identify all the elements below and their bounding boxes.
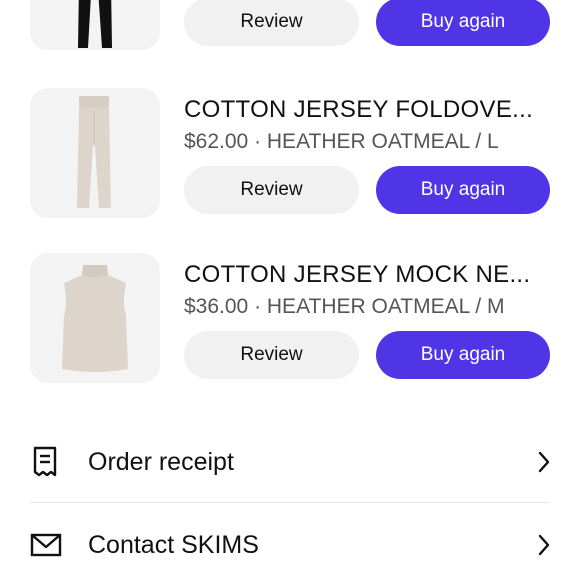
receipt-icon [30,444,66,480]
order-item: COTTON JERSEY MOCK NE... $36.00 · HEATHE… [30,253,550,383]
review-button[interactable]: Review [184,331,359,379]
product-price-variant: $36.00 · HEATHER OATMEAL / M [184,295,505,318]
chevron-right-icon [530,531,550,559]
oatmeal-tank-image [62,265,128,372]
mail-icon [30,527,66,563]
black-pants-image [78,0,112,48]
order-receipt-link[interactable]: Order receipt [30,420,550,504]
product-thumbnail[interactable] [30,88,160,218]
order-item: Review Buy again [30,0,550,50]
product-title[interactable]: COTTON JERSEY FOLDOVE... [184,96,550,124]
product-price-variant: $62.00 · HEATHER OATMEAL / L [184,130,499,153]
chevron-right-icon [530,448,550,476]
product-thumbnail[interactable] [30,0,160,50]
product-thumbnail[interactable] [30,253,160,383]
product-title[interactable]: COTTON JERSEY MOCK NE... [184,261,550,289]
buy-again-button[interactable]: Buy again [376,166,550,214]
order-item: COTTON JERSEY FOLDOVE... $62.00 · HEATHE… [30,88,550,218]
contact-skims-link[interactable]: Contact SKIMS [30,503,550,580]
contact-skims-label: Contact SKIMS [88,530,259,559]
order-receipt-label: Order receipt [88,447,234,476]
review-button[interactable]: Review [184,166,359,214]
review-button[interactable]: Review [184,0,359,46]
buy-again-button[interactable]: Buy again [376,0,550,46]
buy-again-button[interactable]: Buy again [376,331,550,379]
oatmeal-pants-image [77,96,111,208]
order-detail-screen: Review Buy again COTTON JERSEY FOLDOVE..… [0,0,580,580]
